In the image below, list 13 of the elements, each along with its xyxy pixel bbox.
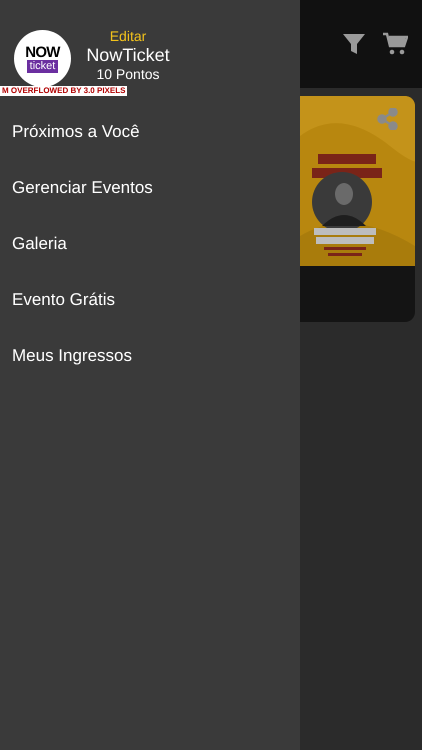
drawer-item[interactable]: Galeria [0, 216, 300, 272]
event-card[interactable] [300, 96, 415, 322]
profile-name: NowTicket [86, 44, 170, 66]
debug-banner: M OVERFLOWED BY 3.0 PIXELS [0, 86, 128, 96]
drawer-item[interactable]: Gerenciar Eventos [0, 160, 300, 216]
points-label: 10 Pontos [96, 66, 160, 82]
edit-link[interactable]: Editar [110, 28, 146, 44]
cart-icon[interactable] [382, 32, 408, 56]
filter-icon[interactable] [342, 33, 366, 55]
drawer-item[interactable]: Evento Grátis [0, 272, 300, 328]
logo: NOW ticket [14, 30, 71, 87]
drawer-item[interactable]: Próximos a Você [0, 104, 300, 160]
drawer-item[interactable]: Meus Ingressos [0, 328, 300, 384]
